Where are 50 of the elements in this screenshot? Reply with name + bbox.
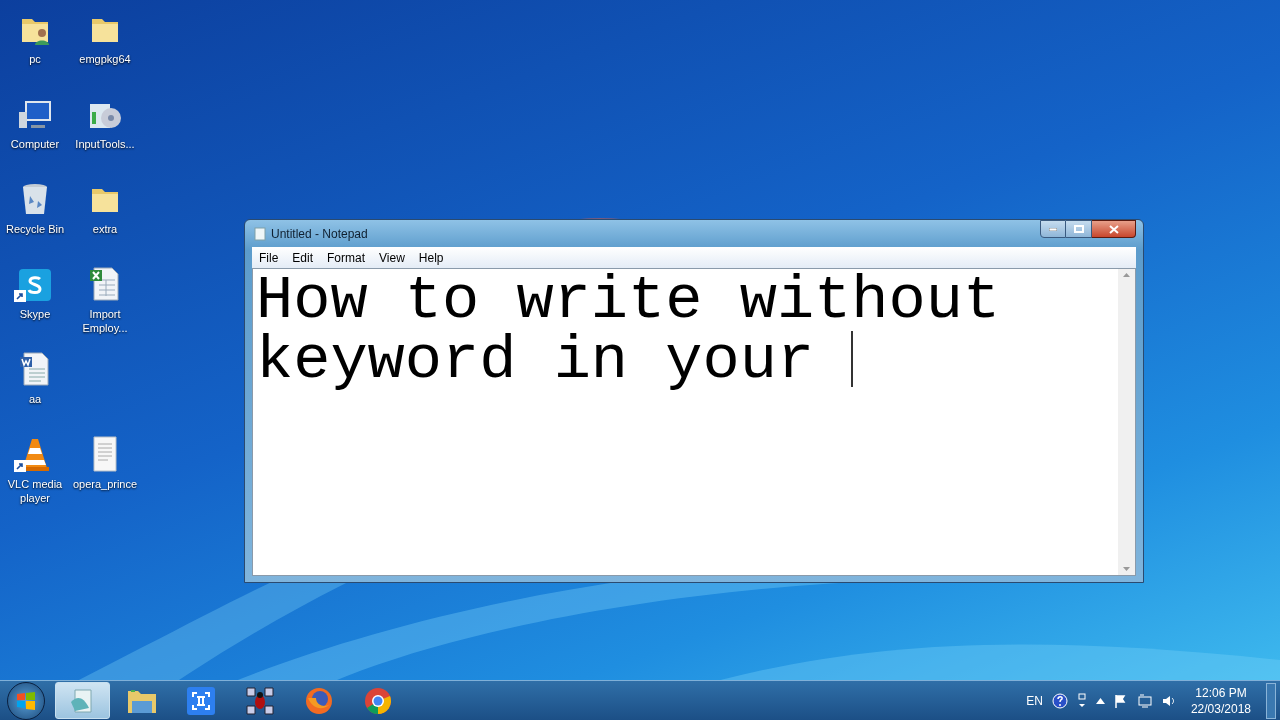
maximize-button[interactable] (1066, 220, 1092, 238)
scroll-up-icon (1123, 273, 1130, 277)
recycle-bin-icon (20, 181, 50, 217)
close-icon (1108, 224, 1119, 234)
shortcut-arrow-icon (14, 460, 26, 472)
desktop-icon-label[interactable]: Computer (0, 137, 70, 151)
menu-item[interactable]: Help (411, 248, 451, 267)
document-icon (90, 436, 120, 472)
shortcut-arrow-icon (14, 290, 26, 302)
chrome-icon (362, 685, 393, 716)
desktop-icon-label[interactable]: pc (0, 52, 70, 66)
show-hidden-icons-icon[interactable] (1095, 697, 1105, 704)
language-indicator[interactable]: EN (1026, 691, 1043, 710)
network-icon[interactable] (1136, 693, 1153, 708)
close-button[interactable] (1092, 220, 1136, 238)
menu-item[interactable]: File (252, 248, 286, 267)
word-document-icon (18, 351, 52, 387)
desktop-icon-label[interactable]: extra (70, 222, 140, 236)
clock[interactable]: 12:06 PM 22/03/2018 (1184, 684, 1257, 717)
help-icon[interactable] (1051, 692, 1068, 709)
document-text: How to write without keyword in your (256, 271, 1002, 391)
maximize-icon (1073, 225, 1084, 233)
desktop-icon-label[interactable]: Skype (0, 307, 70, 321)
bug-icon (244, 685, 275, 716)
firefox-icon (303, 685, 334, 716)
menu-item[interactable]: Edit (285, 248, 321, 267)
screen-capture-icon (186, 686, 215, 715)
desktop-icon-label[interactable]: opera_prince (70, 477, 140, 491)
flag-icon[interactable] (1113, 693, 1128, 708)
minimize-icon (1049, 227, 1057, 231)
desktop-icon-label[interactable]: aa (0, 392, 70, 406)
scroll-down-icon (1123, 567, 1130, 571)
menu-item[interactable]: Format (320, 248, 373, 267)
start-button[interactable] (7, 681, 45, 720)
desktop-icon-label[interactable]: VLC media player (0, 477, 70, 505)
clock-time: 12:06 PM (1195, 684, 1247, 701)
speaker-icon[interactable] (1161, 693, 1176, 708)
window-title: Untitled - Notepad (271, 225, 368, 243)
desktop-icon-label[interactable]: Import Employ... (70, 307, 140, 335)
windows-logo-icon (16, 690, 36, 711)
desktop-icon-label[interactable]: InputTools... (70, 137, 140, 151)
clock-date: 22/03/2018 (1190, 700, 1251, 717)
desktop-icon-label[interactable]: emgpkg64 (70, 52, 140, 66)
menu-item[interactable]: View (372, 248, 412, 267)
skype-icon (18, 268, 52, 302)
notepad-icon (254, 226, 266, 241)
desktop-icon-label[interactable]: Recycle Bin (0, 222, 70, 236)
input-options-icon[interactable] (1076, 692, 1087, 709)
minimize-button[interactable] (1040, 220, 1066, 238)
spreadsheet-icon (88, 266, 122, 302)
